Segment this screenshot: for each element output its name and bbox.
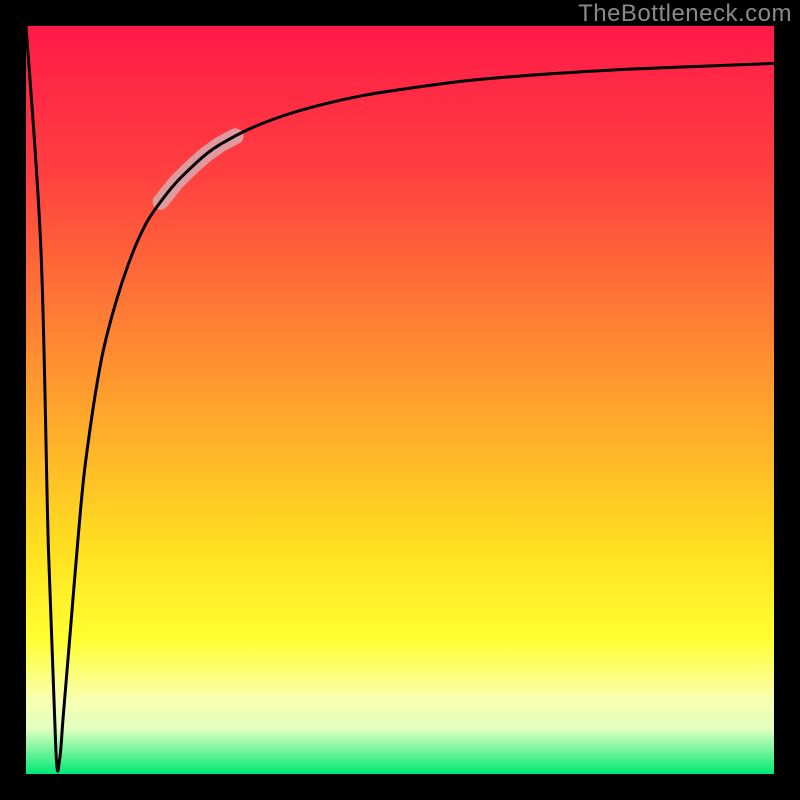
watermark-text: TheBottleneck.com bbox=[578, 0, 792, 28]
gradient-background bbox=[26, 26, 774, 774]
chart-frame: { "watermark": "TheBottleneck.com", "col… bbox=[0, 0, 800, 800]
bottleneck-chart bbox=[0, 0, 800, 800]
